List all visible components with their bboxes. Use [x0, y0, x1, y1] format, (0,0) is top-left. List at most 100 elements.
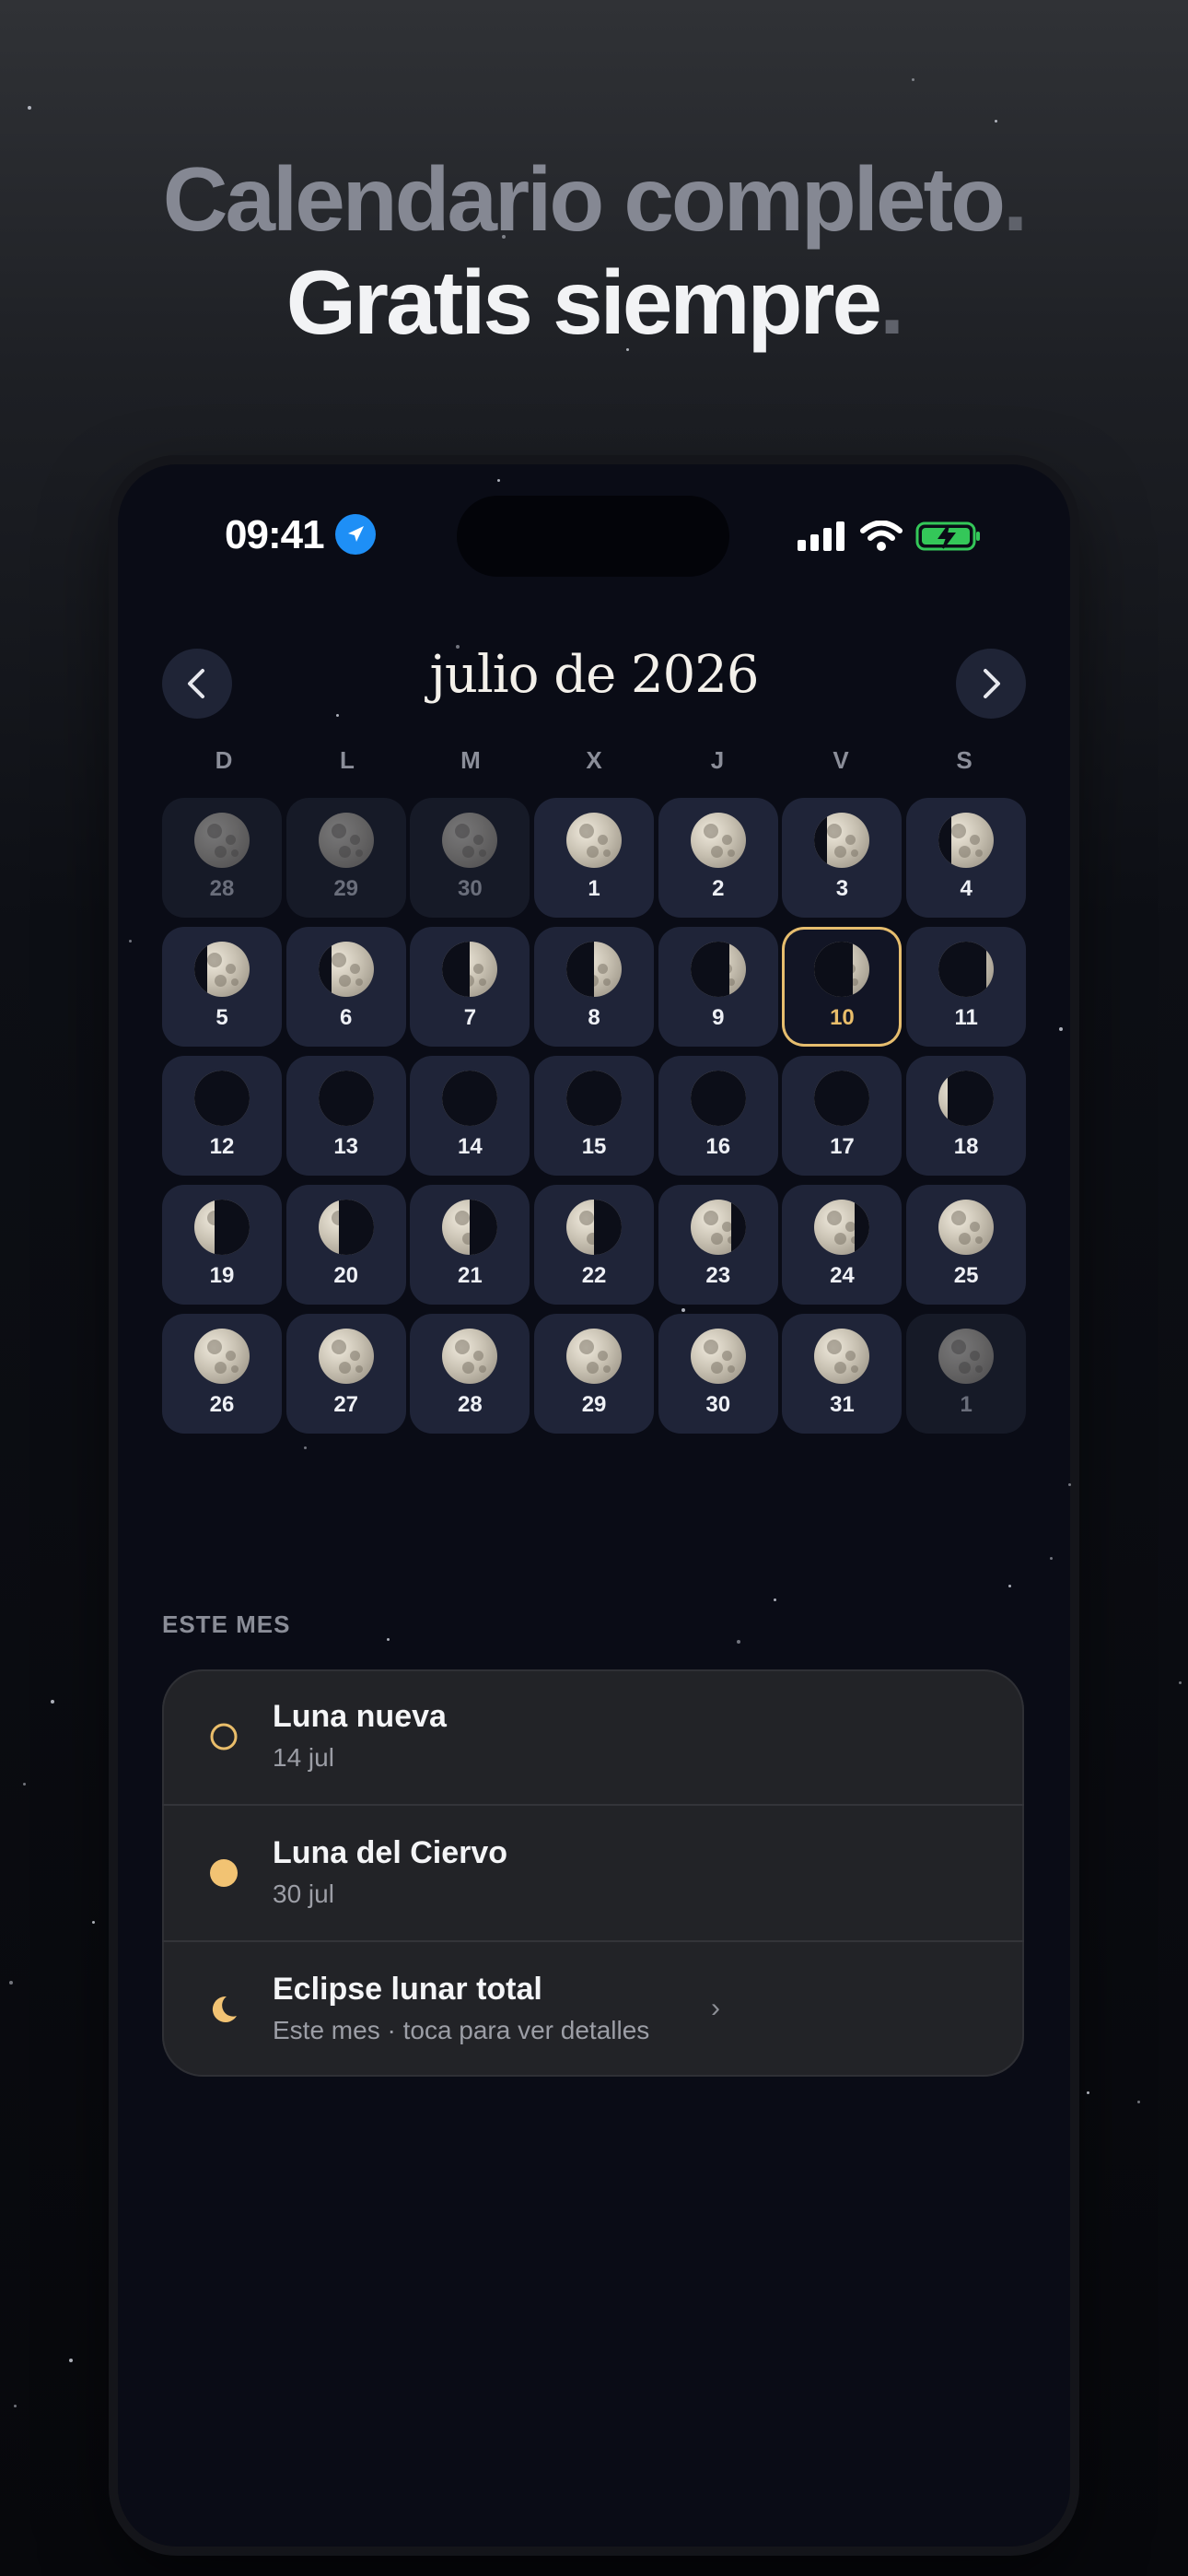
moon-phase-icon: [566, 1200, 623, 1255]
day-number: 31: [830, 1392, 855, 1417]
calendar-day[interactable]: 29: [534, 1314, 655, 1434]
star: [912, 78, 914, 81]
calendar-day[interactable]: 9: [658, 927, 778, 1047]
calendar-day[interactable]: 7: [410, 927, 530, 1047]
new-moon-ring-icon: [208, 1721, 239, 1752]
day-number: 26: [209, 1392, 235, 1417]
calendar-day[interactable]: 23: [658, 1185, 778, 1305]
star: [1050, 1557, 1053, 1560]
moon-phase-icon: [194, 813, 250, 868]
calendar-day[interactable]: 11: [906, 927, 1027, 1047]
star: [92, 1921, 95, 1924]
calendar-day[interactable]: 6: [285, 927, 406, 1047]
day-number: 8: [588, 1005, 600, 1030]
event-row: Luna del Ciervo 30 jul: [162, 1806, 1024, 1942]
weekday-label: S: [956, 746, 973, 774]
moon-phase-icon: [690, 1200, 746, 1255]
calendar-day[interactable]: 29: [285, 798, 406, 918]
weekday-label: J: [710, 746, 725, 774]
day-number: 13: [333, 1134, 359, 1159]
event-subtitle: 30 jul: [273, 1879, 334, 1908]
calendar-day[interactable]: 1: [906, 1314, 1027, 1434]
day-number: 23: [705, 1263, 731, 1288]
star: [304, 1446, 307, 1449]
calendar-day[interactable]: 1: [534, 798, 655, 918]
calendar-day[interactable]: 24: [782, 1185, 903, 1305]
moon-phase-icon: [194, 1200, 250, 1255]
moon-phase-icon: [814, 1329, 870, 1384]
star: [681, 1308, 685, 1312]
calendar-day[interactable]: 28: [410, 1314, 530, 1434]
day-number: 5: [215, 1005, 228, 1030]
weekday-label: V: [833, 746, 849, 774]
calendar-day[interactable]: 16: [658, 1056, 778, 1176]
section-label-this-month: ESTE MES: [162, 1610, 291, 1638]
next-month-button[interactable]: [956, 649, 1026, 719]
calendar-day[interactable]: 5: [162, 927, 282, 1047]
calendar-day[interactable]: 30: [410, 798, 530, 918]
calendar-day[interactable]: 25: [906, 1185, 1027, 1305]
calendar-day[interactable]: 20: [285, 1185, 406, 1305]
moon-phase-icon: [690, 1071, 746, 1126]
calendar-day[interactable]: 15: [534, 1056, 655, 1176]
star: [995, 120, 997, 123]
moon-phase-icon: [814, 1200, 870, 1255]
day-number: 28: [209, 876, 235, 901]
calendar-day[interactable]: 14: [410, 1056, 530, 1176]
calendar-day[interactable]: 19: [162, 1185, 282, 1305]
calendar-day[interactable]: 4: [906, 798, 1027, 918]
calendar-day[interactable]: 2: [658, 798, 778, 918]
full-moon-dot-icon: [208, 1857, 239, 1889]
headline-line2: Gratis siempre: [285, 252, 882, 353]
calendar-day-today[interactable]: 10: [782, 927, 903, 1047]
star: [69, 2359, 73, 2362]
cellular-signal-icon: [798, 521, 844, 551]
day-number: 21: [458, 1263, 483, 1288]
calendar-day[interactable]: 30: [658, 1314, 778, 1434]
moon-phase-icon: [690, 942, 746, 997]
day-number: 3: [835, 876, 849, 901]
calendar-day[interactable]: 3: [782, 798, 903, 918]
day-number: 2: [712, 876, 725, 901]
calendar-day[interactable]: 18: [906, 1056, 1027, 1176]
day-number: 16: [705, 1134, 731, 1159]
moon-phase-icon: [690, 1329, 746, 1384]
star: [456, 645, 460, 649]
calendar-day[interactable]: 22: [534, 1185, 655, 1305]
event-row[interactable]: Eclipse lunar total Este mes · toca para …: [162, 1942, 1024, 2077]
moon-phase-icon: [566, 942, 623, 997]
calendar-day[interactable]: 21: [410, 1185, 530, 1305]
phone-frame: 09:41 julio de 2026 DLMXJVS 28 29 30 1 2 3 4 5 6…: [118, 464, 1070, 2547]
calendar-day[interactable]: 8: [534, 927, 655, 1047]
crescent-moon-icon: [208, 1994, 239, 2025]
event-title: Luna del Ciervo: [273, 1835, 508, 1870]
dynamic-island: [457, 496, 729, 577]
calendar-day[interactable]: 13: [285, 1056, 406, 1176]
day-number: 24: [830, 1263, 855, 1288]
moon-phase-icon: [442, 942, 498, 997]
calendar-day[interactable]: 26: [162, 1314, 282, 1434]
calendar-day[interactable]: 12: [162, 1056, 282, 1176]
star: [1008, 1585, 1011, 1587]
star: [28, 106, 31, 110]
weekday-header: DLMXJVS: [162, 746, 1026, 775]
moon-phase-icon: [566, 813, 623, 868]
moon-phase-icon: [194, 1071, 250, 1126]
star: [9, 1981, 13, 1985]
month-title: julio de 2026: [429, 645, 759, 705]
calendar-day[interactable]: 17: [782, 1056, 903, 1176]
day-number: 20: [333, 1263, 359, 1288]
day-number: 18: [953, 1134, 979, 1159]
calendar-day[interactable]: 27: [285, 1314, 406, 1434]
day-number: 1: [960, 1392, 973, 1417]
day-number: 14: [458, 1134, 483, 1159]
star: [336, 714, 339, 717]
day-number: 28: [458, 1392, 483, 1417]
calendar-day[interactable]: 31: [782, 1314, 903, 1434]
moon-phase-icon: [194, 942, 250, 997]
star: [1059, 1027, 1063, 1031]
day-number: 27: [333, 1392, 359, 1417]
calendar-day[interactable]: 28: [162, 798, 282, 918]
day-number: 29: [333, 876, 359, 901]
day-number: 1: [588, 876, 600, 901]
